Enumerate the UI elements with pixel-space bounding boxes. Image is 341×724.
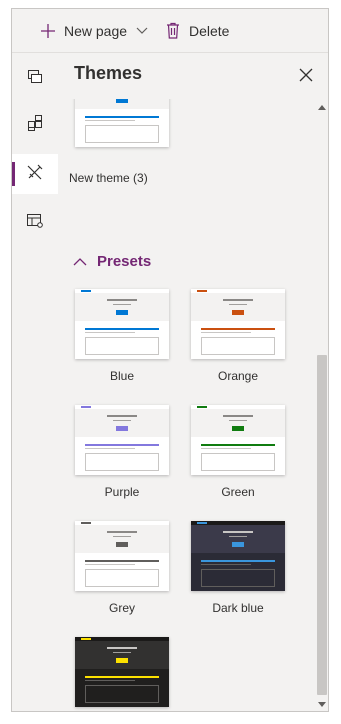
- scrollbar-thumb[interactable]: [317, 355, 327, 695]
- presets-header[interactable]: Presets: [73, 253, 151, 270]
- theme-thumbnail-dark-blue[interactable]: [191, 521, 285, 591]
- trash-icon: [166, 22, 180, 39]
- theme-thumbnail-orange[interactable]: [191, 289, 285, 359]
- themes-panel: Themes New theme (3) Presets Blue Orange…: [59, 53, 328, 711]
- rail-item-templates[interactable]: [12, 203, 58, 243]
- theme-label-orange: Orange: [217, 369, 259, 383]
- delete-label: Delete: [189, 22, 230, 39]
- theme-thumbnail-green[interactable]: [191, 405, 285, 475]
- presets-label: Presets: [97, 253, 152, 270]
- new-page-button[interactable]: New page: [40, 9, 148, 52]
- theme-label-purple: Purple: [104, 485, 140, 499]
- rail-item-components[interactable]: [12, 105, 58, 145]
- templates-icon: [26, 213, 44, 234]
- new-page-label: New page: [64, 22, 128, 39]
- delete-button[interactable]: Delete: [166, 9, 229, 52]
- command-bar: New page Delete: [12, 9, 328, 53]
- theme-thumbnail-grey[interactable]: [75, 521, 169, 591]
- close-icon[interactable]: [298, 67, 314, 83]
- custom-theme-label: New theme (3): [69, 171, 148, 185]
- vertical-scrollbar[interactable]: [314, 99, 328, 711]
- theme-list: New theme (3) Presets Blue Orange Purple Gr…: [59, 99, 314, 711]
- theme-label-green: Green: [221, 485, 255, 499]
- panel-title: Themes: [74, 63, 143, 83]
- components-icon: [27, 114, 43, 136]
- chevron-up-icon: [73, 253, 87, 270]
- pages-icon: [27, 69, 43, 90]
- theme-thumbnail-purple[interactable]: [75, 405, 169, 475]
- theme-label-blue: Blue: [109, 369, 135, 383]
- app-frame: New page Delete Themes New theme (3) Pre…: [11, 8, 329, 712]
- theme-thumbnail-dark-yellow[interactable]: [75, 637, 169, 707]
- left-rail: [12, 53, 58, 711]
- rail-item-pages[interactable]: [12, 59, 58, 99]
- theme-label-grey: Grey: [108, 601, 135, 615]
- plus-icon: [40, 23, 56, 39]
- scroll-up-arrow[interactable]: [318, 105, 326, 110]
- theme-thumbnail-blue[interactable]: [75, 289, 169, 359]
- rail-item-themes[interactable]: [12, 154, 58, 194]
- custom-theme-thumbnail[interactable]: [75, 99, 169, 147]
- scroll-down-arrow[interactable]: [318, 702, 326, 707]
- themes-icon: [26, 163, 44, 186]
- chevron-down-icon[interactable]: [136, 27, 148, 35]
- theme-label-dark-blue: Dark blue: [212, 601, 264, 615]
